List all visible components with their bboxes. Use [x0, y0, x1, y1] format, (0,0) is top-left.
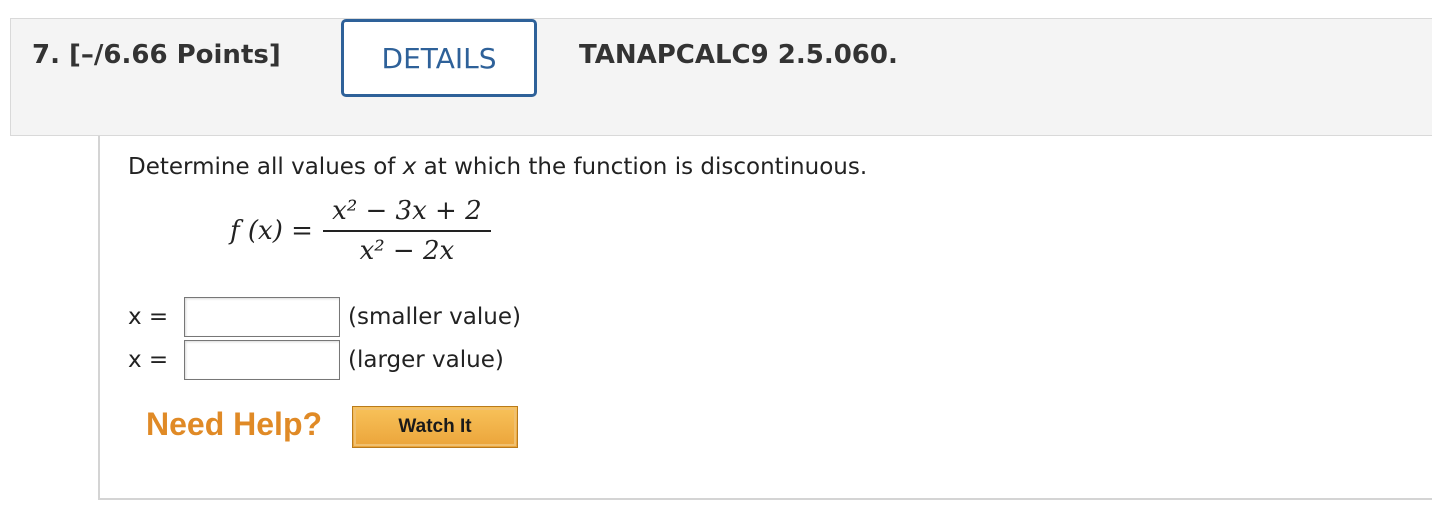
larger-value-input[interactable]	[184, 340, 340, 380]
answer-label: x =	[128, 347, 169, 373]
fraction-denominator: x² − 2x	[359, 236, 455, 266]
answer-row-larger: x = (larger value)	[128, 339, 504, 381]
smaller-value-input[interactable]	[184, 297, 340, 337]
larger-value-hint: (larger value)	[348, 347, 504, 373]
answer-row-smaller: x = (smaller value)	[128, 296, 521, 338]
problem-prompt: Determine all values of x at which the f…	[128, 154, 867, 180]
prompt-variable: x	[402, 154, 417, 180]
need-help-label: Need Help?	[146, 406, 323, 442]
function-lhs: f (x) =	[230, 216, 313, 246]
prompt-text-before: Determine all values of	[128, 154, 403, 180]
question-code: TANAPCALC9 2.5.060.	[579, 40, 898, 70]
details-button[interactable]: DETAILS	[341, 19, 537, 97]
question-number-points: 7. [–/6.66 Points]	[32, 40, 281, 70]
fraction-numerator: x² − 3x + 2	[332, 196, 482, 226]
question-header	[10, 18, 1432, 136]
function-formula: f (x) = x² − 3x + 2 x² − 2x	[230, 196, 491, 266]
smaller-value-hint: (smaller value)	[348, 304, 521, 330]
prompt-text-after: at which the function is discontinuous.	[416, 154, 868, 180]
function-fraction: x² − 3x + 2 x² − 2x	[322, 196, 491, 266]
answer-label: x =	[128, 304, 169, 330]
watch-it-button[interactable]: Watch It	[352, 406, 518, 448]
